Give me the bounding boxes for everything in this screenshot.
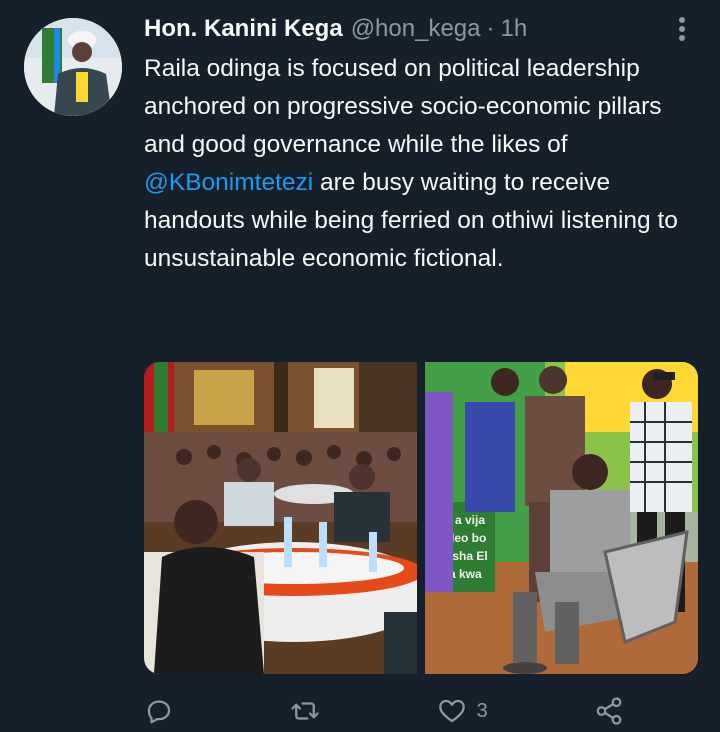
photo-wheelbarrow[interactable]: a vija leo bo isha El a kwa <box>425 362 698 674</box>
sign-text-2: leo bo <box>451 531 486 545</box>
tweet-header: Hon. Kanini Kega @hon_kega · 1h <box>144 12 527 46</box>
tweet-text: Raila odinga is focused on political lea… <box>144 50 704 278</box>
retweet-icon <box>291 702 319 720</box>
more-vertical-icon <box>679 17 685 41</box>
author-handle[interactable]: @hon_kega <box>351 15 481 43</box>
reply-icon <box>147 700 171 724</box>
like-button[interactable]: 3 <box>437 696 488 726</box>
tweet-time[interactable]: 1h <box>500 15 527 43</box>
tweet-text-part1: Raila odinga is focused on political lea… <box>144 55 662 158</box>
share-icon <box>596 697 622 725</box>
photo-conference-room[interactable] <box>144 362 417 674</box>
more-options-button[interactable] <box>660 12 704 46</box>
sign-text-4: a kwa <box>449 567 482 581</box>
retweet-button[interactable] <box>290 696 330 726</box>
tweet-media: a vija leo bo isha El a kwa <box>144 362 698 674</box>
like-count: 3 <box>476 699 488 722</box>
separator-dot: · <box>486 15 495 42</box>
tweet-actions: 3 <box>144 692 624 730</box>
reply-button[interactable] <box>144 696 184 726</box>
sign-text-1: a vija <box>455 513 485 527</box>
author-name[interactable]: Hon. Kanini Kega <box>144 15 343 43</box>
share-button[interactable] <box>594 696 624 726</box>
heart-icon <box>438 699 465 723</box>
mention-link[interactable]: @KBonimtetezi <box>144 169 313 196</box>
author-avatar[interactable] <box>24 18 122 116</box>
sign-text-3: isha El <box>449 549 488 563</box>
